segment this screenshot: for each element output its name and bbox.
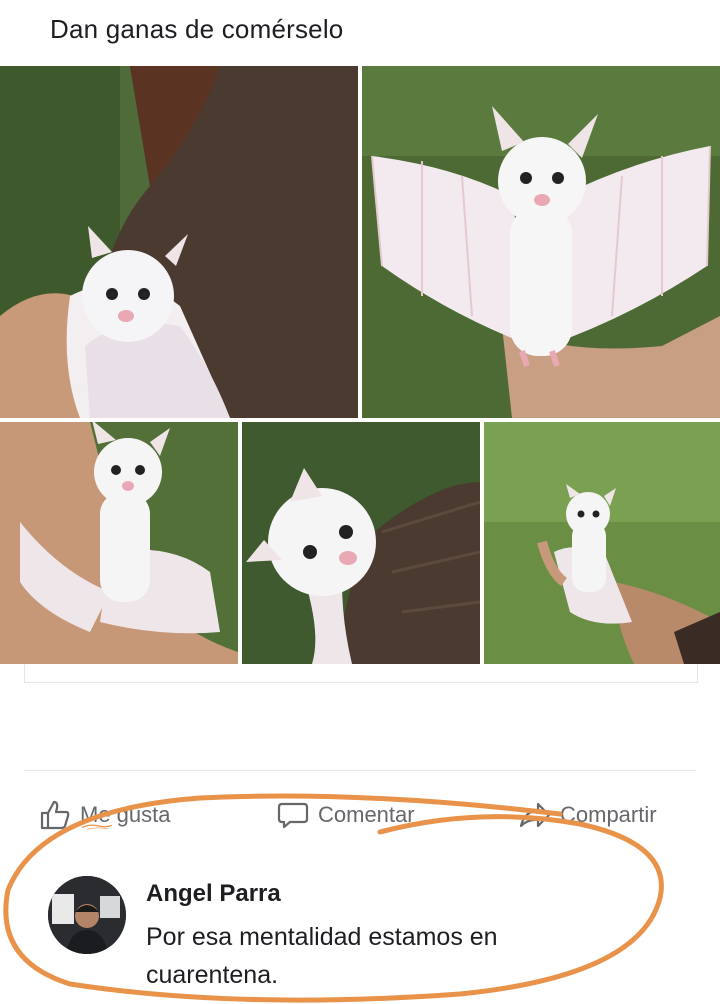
share-arrow-icon (519, 802, 551, 828)
avatar[interactable] (48, 876, 126, 954)
comment-text: Por esa mentalidad estamos en cuarentena… (146, 923, 498, 989)
photo-grid (0, 66, 720, 664)
comment-author[interactable]: Angel Parra (146, 880, 281, 908)
share-button[interactable]: Compartir (518, 790, 657, 840)
thumbs-up-icon (40, 800, 70, 830)
comment-button[interactable]: Comentar (276, 790, 415, 840)
comment-label: Comentar (318, 802, 415, 827)
comment: Angel Parra Por esa mentalidad estamos e… (48, 876, 688, 996)
post-text: Dan ganas de comérselo (50, 14, 344, 44)
photo-bat-in-hand[interactable] (484, 422, 720, 664)
action-bar: Me gusta Comentar Compartir (0, 790, 720, 840)
share-label: Compartir (560, 802, 657, 827)
photo-bat-wings-spread[interactable] (362, 66, 720, 418)
action-divider (24, 770, 696, 771)
like-label: Me gusta (80, 802, 171, 827)
speech-bubble-icon (277, 802, 309, 829)
photo-bat-closeup[interactable] (242, 422, 480, 664)
photo-bat-on-shoulder[interactable] (0, 66, 358, 418)
photo-bat-on-arm[interactable] (0, 422, 238, 664)
photo-card-bottom-edge (24, 664, 698, 683)
like-button[interactable]: Me gusta (38, 790, 171, 840)
